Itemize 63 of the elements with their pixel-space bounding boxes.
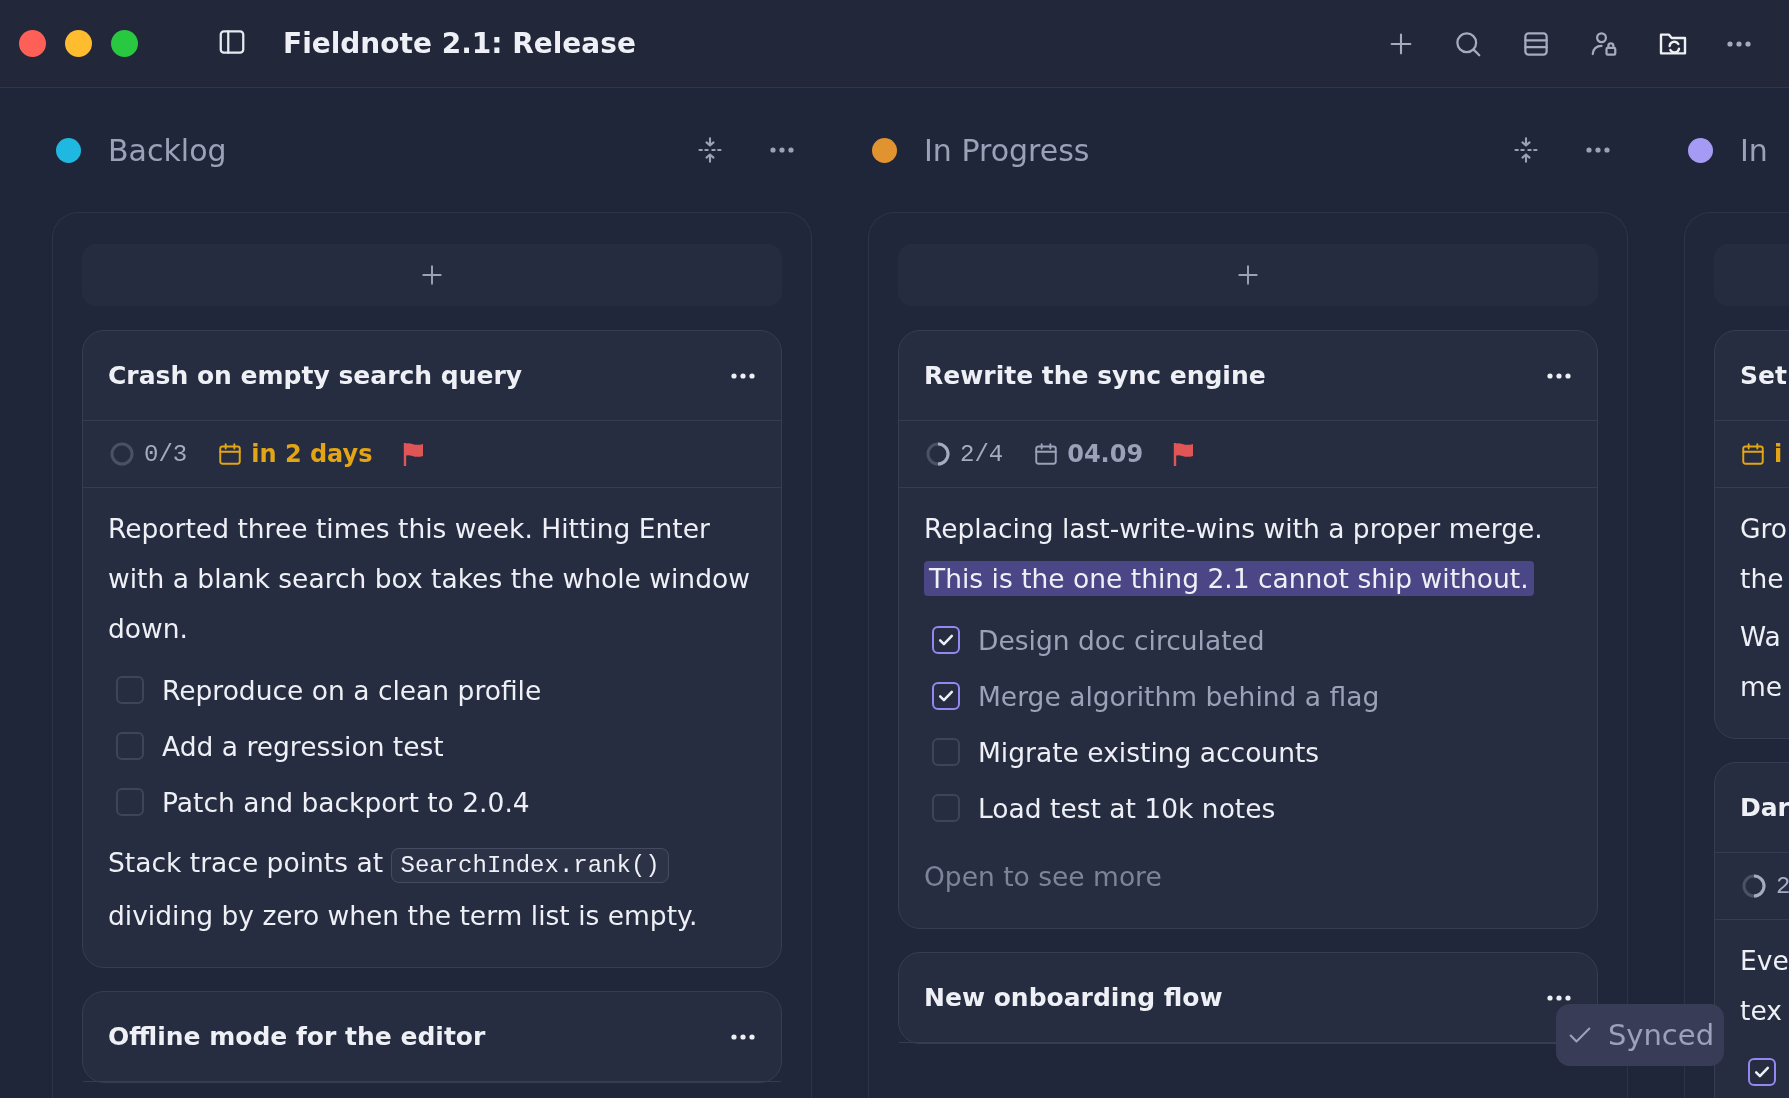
collapse-icon: [696, 136, 724, 164]
card-text: Gro the: [1740, 512, 1789, 596]
column-title: In: [1740, 132, 1768, 168]
task-card[interactable]: [82, 330, 782, 968]
window-title: Fieldnote 2.1: Release: [283, 27, 636, 60]
task-card[interactable]: Dar 2 Eve tex: [1714, 762, 1789, 1098]
progress-count: 0/3: [144, 440, 188, 468]
checklist-label: Reproduce on a clean profile: [162, 674, 542, 706]
checkbox[interactable]: [932, 682, 960, 710]
calendar-icon: [1740, 441, 1766, 467]
close-button[interactable]: [19, 30, 46, 57]
task-card[interactable]: Set i Gro the Wa me: [1714, 330, 1789, 739]
progress-count: 2/4: [960, 440, 1004, 468]
more-icon[interactable]: [1547, 372, 1571, 379]
card-title: Set: [1740, 361, 1787, 390]
checkbox[interactable]: [116, 676, 144, 704]
checkbox[interactable]: [1748, 1058, 1776, 1086]
card-text: Stack trace points at SearchIndex.rank() dividing by zero when the term list is empty.: [108, 846, 699, 933]
zoom-button[interactable]: [111, 30, 138, 57]
card-title: Dar: [1740, 793, 1789, 822]
more-icon[interactable]: [1586, 147, 1610, 153]
checklist-label: Add a regression test: [162, 730, 444, 762]
calendar-icon: [217, 441, 244, 467]
more-icon[interactable]: [1727, 40, 1751, 47]
progress-count: 2: [1776, 872, 1789, 900]
card-title: Crash on empty search query: [108, 361, 523, 390]
card-text: Replacing last-write-wins with a proper merge. This is the one thing 2.1 cannot ship without.: [924, 512, 1544, 598]
due-date: 04.09: [1067, 440, 1144, 468]
checkbox[interactable]: [932, 794, 960, 822]
collapse-icon: [1512, 136, 1540, 164]
checklist-label: Migrate existing accounts: [978, 736, 1320, 768]
open-link[interactable]: Open to see more: [924, 852, 1572, 902]
more-icon[interactable]: [731, 372, 755, 379]
task-card[interactable]: New onboarding flow: [898, 952, 1598, 1044]
card-text: Wa me: [1740, 620, 1784, 704]
card-title: New onboarding flow: [924, 983, 1223, 1012]
more-icon[interactable]: [1547, 994, 1571, 1001]
due-date: i: [1774, 440, 1783, 468]
task-card[interactable]: [898, 330, 1598, 929]
checkbox[interactable]: [932, 738, 960, 766]
task-card[interactable]: Offline mode for the editor: [82, 991, 782, 1083]
checkbox[interactable]: [116, 788, 144, 816]
card-title: Offline mode for the editor: [108, 1022, 486, 1051]
more-icon[interactable]: [770, 147, 794, 153]
checklist-label: Load test at 10k notes: [978, 792, 1276, 824]
progress-ring-icon: [1740, 872, 1768, 900]
progress-ring-icon: [924, 440, 952, 468]
card-title: Rewrite the sync engine: [924, 361, 1266, 390]
card-text: Reported three times this week. Hitting Enter with a blank search box takes the whole window down.: [108, 512, 751, 646]
checklist-label: Patch and backport to 2.0.4: [162, 786, 530, 818]
checklist-label: Design doc circulated: [978, 624, 1265, 656]
checklist-label: Merge algorithm behind a flag: [978, 680, 1380, 712]
card-text: Eve tex: [1740, 944, 1789, 1028]
checkbox[interactable]: [116, 732, 144, 760]
progress-ring-icon: [108, 440, 136, 468]
column-title: Backlog: [108, 132, 227, 168]
toast-text: Synced: [1607, 1018, 1715, 1052]
checkbox[interactable]: [932, 626, 960, 654]
calendar-icon: [1033, 441, 1060, 467]
minimize-button[interactable]: [65, 30, 92, 57]
column-title: In Progress: [924, 132, 1090, 168]
due-date: in 2 days: [251, 440, 373, 468]
more-icon[interactable]: [731, 1033, 755, 1040]
